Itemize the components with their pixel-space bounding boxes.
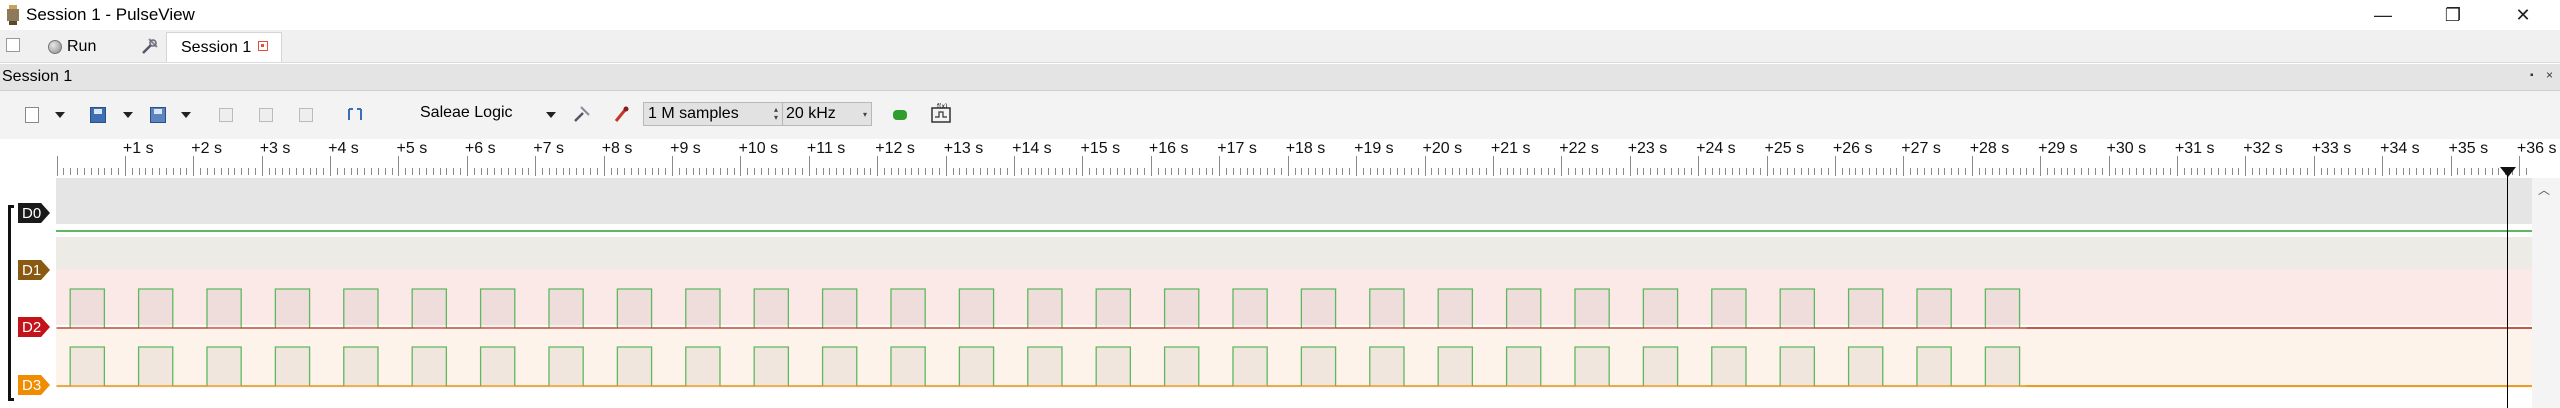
channel-group-bracket	[8, 205, 14, 401]
cursor-line	[2507, 176, 2508, 408]
vertical-scrollbar[interactable]	[2532, 178, 2560, 408]
trace-d3	[56, 346, 2533, 387]
scroll-up-icon[interactable]: ︿	[2538, 181, 2550, 198]
